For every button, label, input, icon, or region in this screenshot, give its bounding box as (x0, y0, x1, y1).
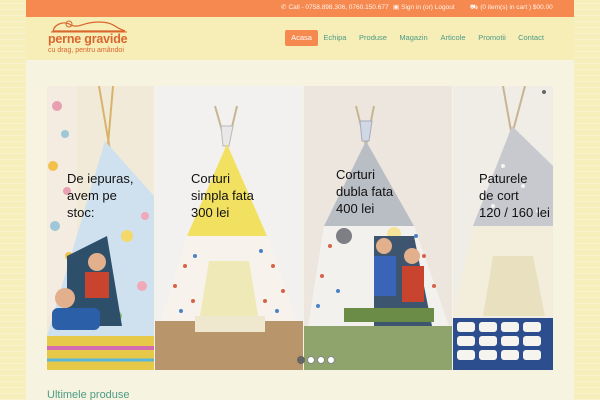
slide-caption-3: Corturi dubla fata 400 lei (336, 167, 394, 216)
top-bar: ✆ Call - 0758.898.306, 0760.150.677 ▣ Sign… (26, 0, 574, 17)
image-slider[interactable]: De iepuras, avem pe stoc: Corturi simpla… (47, 86, 553, 370)
phone-icon: ✆ (281, 4, 287, 11)
slide-paturele[interactable]: Paturele de cort 120 / 160 lei (453, 86, 553, 370)
slider-dot-1[interactable] (297, 356, 305, 364)
nav-item-magazin[interactable]: Magazin (397, 30, 430, 46)
slider-corner-indicator-icon (542, 90, 546, 94)
logo-name: perne gravide (48, 32, 128, 46)
slide-simpla-fata[interactable]: Corturi simpla fata 300 lei (155, 86, 303, 370)
user-icon: ▣ (393, 4, 400, 11)
pillow-logo-icon (51, 20, 127, 33)
slide-caption-1: De iepuras, avem pe stoc: (67, 171, 134, 220)
latest-products-heading: Ultimele produse (47, 389, 130, 400)
nav-item-promotii[interactable]: Promotii (476, 30, 508, 46)
slider-dot-2[interactable] (307, 356, 315, 364)
account-text[interactable]: Sign in (or) Logout (401, 4, 454, 11)
grey-tent-photo (304, 86, 452, 370)
yellow-tent-photo (155, 86, 303, 370)
floral-tent-photo (47, 86, 154, 370)
nav-item-contact[interactable]: Contact (516, 30, 546, 46)
slider-dot-4[interactable] (327, 356, 335, 364)
cart-icon: ⛟ (470, 4, 479, 11)
star-tent-photo (453, 86, 553, 370)
page: ✆ Call - 0758.898.306, 0760.150.677 ▣ Sign… (26, 0, 574, 400)
slider-dot-3[interactable] (317, 356, 325, 364)
logo-tagline: cu drag, pentru amândoi (48, 47, 124, 54)
slide-caption-2: Corturi simpla fata 300 lei (191, 171, 254, 220)
slide-caption-4: Paturele de cort 120 / 160 lei (479, 171, 550, 220)
slide-dubla-fata[interactable]: Corturi dubla fata 400 lei (304, 86, 452, 370)
phone-text: Call - 0758.898.306, 0760.150.677 (288, 4, 389, 11)
logo[interactable]: perne gravide cu drag, pentru amândoi (48, 19, 168, 57)
account-link[interactable]: ▣ Sign in (or) Logout (393, 3, 455, 13)
nav-item-acasa[interactable]: Acasa (285, 30, 318, 46)
slide-iepuras[interactable]: De iepuras, avem pe stoc: (47, 86, 154, 370)
nav-item-produse[interactable]: Produse (357, 30, 389, 46)
nav-item-articole[interactable]: Articole (438, 30, 468, 46)
cart-text[interactable]: (0 item(s) in cart ) $00.00 (480, 4, 553, 11)
header: perne gravide cu drag, pentru amândoi Ac… (26, 17, 574, 60)
phone-info: ✆ Call - 0758.898.306, 0760.150.677 (281, 3, 389, 13)
cart-link[interactable]: ⛟ (0 item(s) in cart ) $00.00 (470, 3, 553, 13)
nav-item-echipa[interactable]: Echipa (321, 30, 349, 46)
